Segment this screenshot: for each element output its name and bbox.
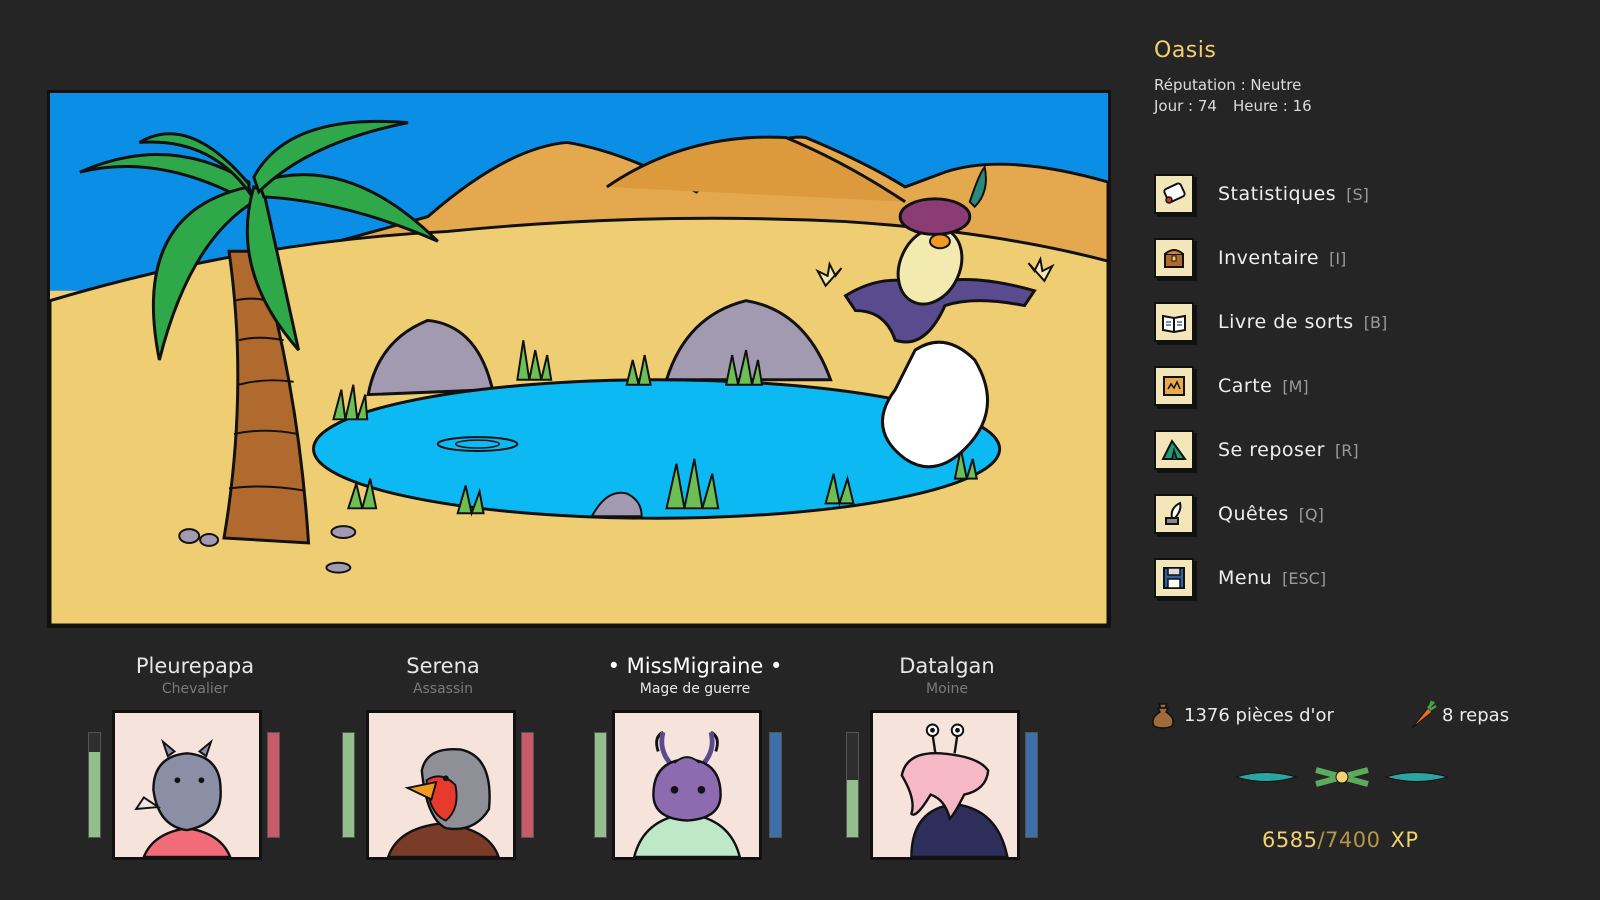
- resource-bar: [1025, 732, 1038, 838]
- party-member-serena[interactable]: Serena Assassin: [328, 654, 558, 894]
- member-name: Datalgan: [899, 654, 995, 678]
- health-bar: [342, 732, 355, 838]
- scroll-icon: [1154, 174, 1194, 214]
- menu-item-menu[interactable]: Menu [ESC]: [1154, 546, 1387, 610]
- menu-shortcut: [Q]: [1298, 504, 1324, 524]
- member-class: Chevalier: [161, 681, 229, 697]
- member-class: Assassin: [412, 681, 474, 697]
- oasis-scene-illustration: [50, 93, 1108, 625]
- ornament-divider: [1236, 767, 1448, 787]
- tent-icon: [1154, 430, 1194, 470]
- carrot-icon: [1408, 700, 1437, 730]
- party-panel: Pleurepapa Chevalier Serena Assassin • M…: [80, 654, 1080, 894]
- menu-label: Menu: [1218, 567, 1273, 589]
- hour-text: Heure : 16: [1232, 97, 1312, 115]
- menu-label: Livre de sorts: [1218, 311, 1354, 333]
- menu-item-statistiques[interactable]: Statistiques [S]: [1154, 162, 1387, 226]
- portrait-beetle[interactable]: [612, 710, 762, 860]
- quill-icon: [1154, 494, 1194, 534]
- main-menu: Statistiques [S] Inventaire [I] Livre de…: [1154, 162, 1387, 610]
- menu-item-carte[interactable]: Carte [M]: [1154, 354, 1387, 418]
- menu-shortcut: [R]: [1334, 440, 1359, 460]
- time-info: Jour : 74 Heure : 16: [1154, 96, 1312, 117]
- health-bar: [594, 732, 607, 838]
- gold-amount: 1376 pièces d'or: [1184, 704, 1334, 726]
- floppy-disk-icon: [1154, 558, 1194, 598]
- menu-shortcut: [S]: [1346, 184, 1369, 204]
- gold-counter: 1376 pièces d'or: [1150, 700, 1334, 730]
- menu-item-inventaire[interactable]: Inventaire [I]: [1154, 226, 1387, 290]
- spellbook-icon: [1154, 302, 1194, 342]
- chest-icon: [1154, 238, 1194, 278]
- menu-label: Carte: [1218, 375, 1273, 397]
- resource-bar: [267, 732, 280, 838]
- member-name: Pleurepapa: [135, 654, 255, 678]
- meals-counter: 8 repas: [1408, 700, 1509, 730]
- scene-view[interactable]: [47, 90, 1111, 628]
- xp-current: 6585: [1262, 828, 1318, 852]
- party-member-datalgan[interactable]: Datalgan Moine: [832, 654, 1062, 894]
- menu-shortcut: [ESC]: [1282, 568, 1327, 588]
- xp-separator: /: [1317, 828, 1326, 852]
- menu-label: Se reposer: [1218, 439, 1325, 461]
- xp-max: 7400: [1325, 828, 1381, 852]
- menu-label: Statistiques: [1218, 183, 1337, 205]
- portrait-slug[interactable]: [870, 710, 1020, 860]
- meals-amount: 8 repas: [1442, 704, 1510, 726]
- xp-unit: XP: [1390, 828, 1419, 852]
- xp-counter: 6585/7400 XP: [1262, 828, 1419, 852]
- reputation-text: Réputation : Neutre: [1154, 76, 1302, 94]
- menu-shortcut: [I]: [1329, 248, 1347, 268]
- menu-label: Inventaire: [1218, 247, 1320, 269]
- member-class: Mage de guerre: [639, 681, 751, 697]
- day-text: Jour : 74: [1154, 97, 1217, 115]
- party-member-missmigraine[interactable]: • MissMigraine • Mage de guerre: [580, 654, 810, 894]
- health-bar: [88, 732, 101, 838]
- member-class: Moine: [925, 681, 969, 697]
- resource-bar: [521, 732, 534, 838]
- portrait-robin[interactable]: [366, 710, 516, 860]
- location-name: Oasis: [1154, 38, 1217, 63]
- health-bar: [846, 732, 859, 838]
- menu-shortcut: [M]: [1282, 376, 1309, 396]
- menu-item-livre-de-sorts[interactable]: Livre de sorts [B]: [1154, 290, 1387, 354]
- member-name: • MissMigraine •: [607, 654, 783, 678]
- menu-shortcut: [B]: [1363, 312, 1388, 332]
- menu-item-se-reposer[interactable]: Se reposer [R]: [1154, 418, 1387, 482]
- location-panel: Oasis Réputation : Neutre Jour : 74 Heure…: [1154, 38, 1312, 117]
- money-bag-icon: [1150, 700, 1176, 730]
- menu-label: Quêtes: [1218, 503, 1289, 525]
- portrait-rhino[interactable]: [112, 710, 262, 860]
- menu-item-quetes[interactable]: Quêtes [Q]: [1154, 482, 1387, 546]
- member-name: Serena: [406, 654, 480, 678]
- map-icon: [1154, 366, 1194, 406]
- resource-bar: [769, 732, 782, 838]
- party-member-pleurepapa[interactable]: Pleurepapa Chevalier: [80, 654, 310, 894]
